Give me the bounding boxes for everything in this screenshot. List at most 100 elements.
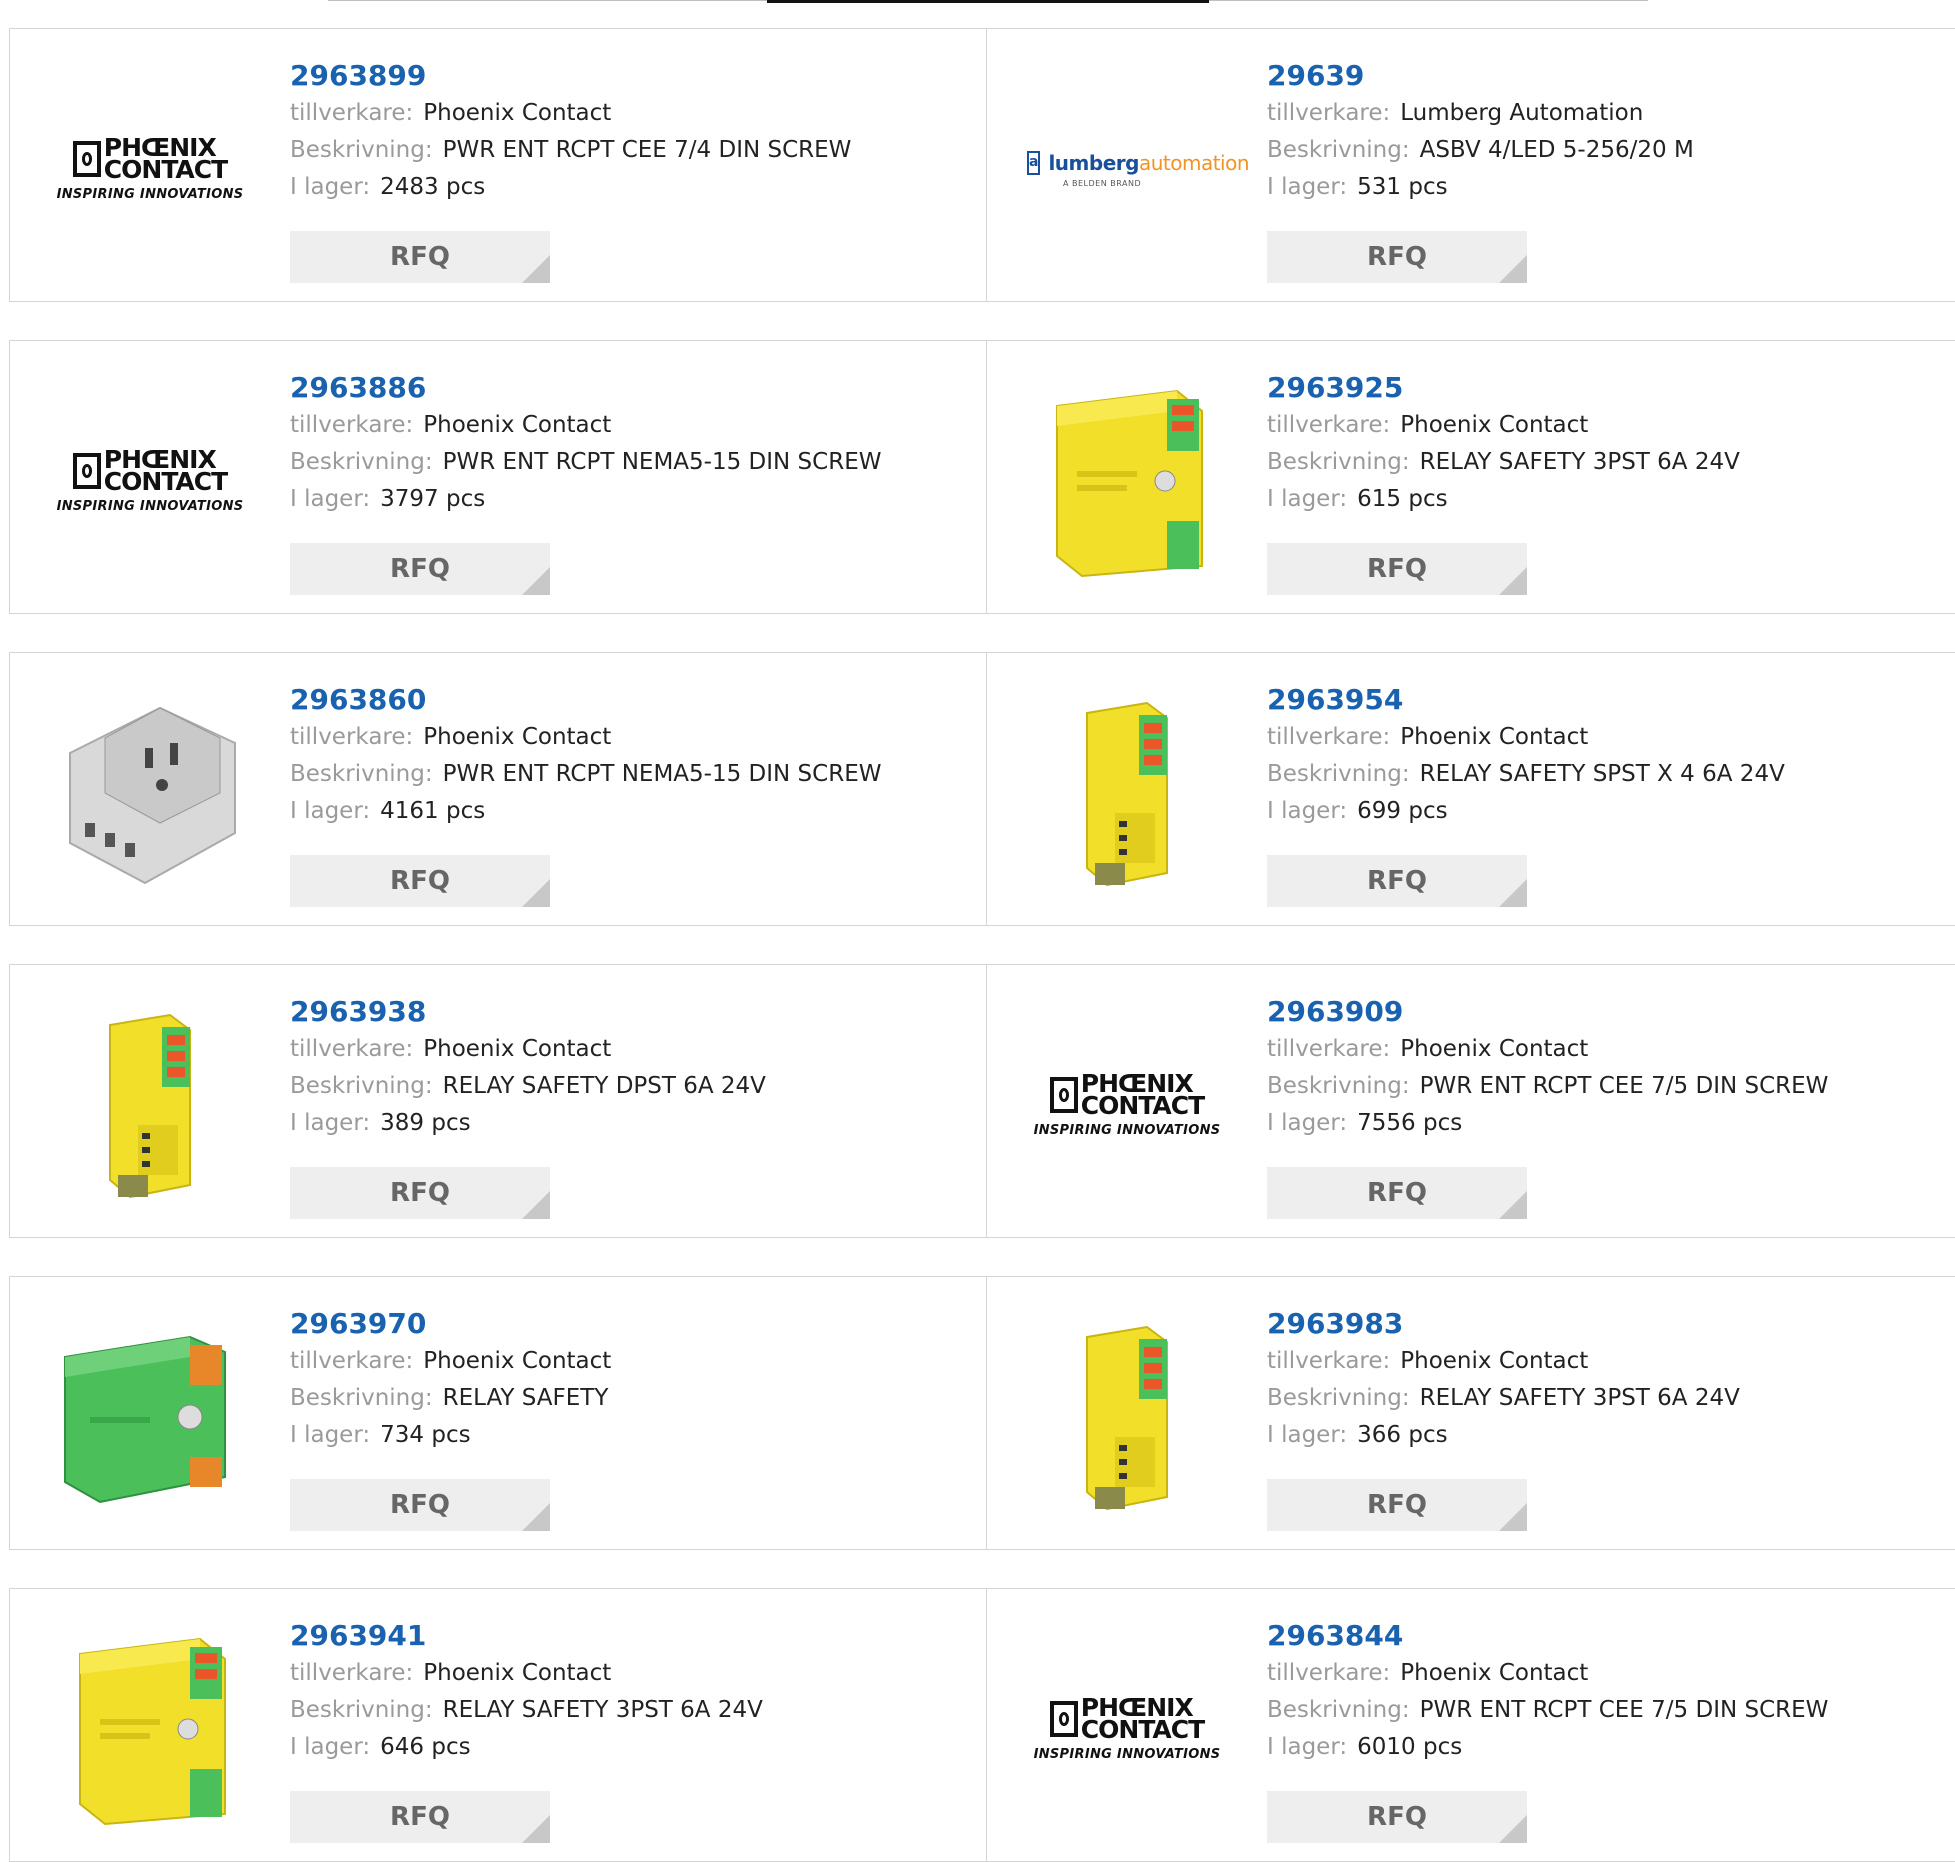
safety-relay-image [1086, 1325, 1168, 1511]
stock-line: I lager: 2483 pcs [290, 169, 977, 206]
product-card: a lumberg automation A BELDEN BRAND 29639… [986, 28, 1955, 302]
product-image[interactable]: PHŒNIX CONTACT INSPIRING INNOVATIONS [1027, 1005, 1227, 1205]
product-image[interactable] [50, 1005, 250, 1205]
manufacturer-line: tillverkare: Phoenix Contact [290, 407, 977, 444]
part-number-link[interactable]: 2963886 [290, 369, 977, 407]
stock-label: I lager: [1267, 486, 1348, 512]
stock-line: I lager: 734 pcs [290, 1417, 977, 1454]
rfq-button[interactable]: RFQ [290, 231, 550, 283]
rfq-label: RFQ [390, 1178, 450, 1208]
description-label: Beskrivning: [290, 1073, 433, 1099]
manufacturer-label: tillverkare: [1267, 1036, 1391, 1062]
manufacturer-value: Phoenix Contact [1400, 1660, 1589, 1686]
part-number-link[interactable]: 2963909 [1267, 993, 1955, 1031]
product-info: 2963938 tillverkare: Phoenix Contact Besk… [290, 993, 977, 1142]
manufacturer-value: Phoenix Contact [1400, 1036, 1589, 1062]
rfq-button[interactable]: RFQ [290, 1167, 550, 1219]
stock-line: I lager: 366 pcs [1267, 1417, 1955, 1454]
rfq-button[interactable]: RFQ [1267, 543, 1527, 595]
description-value: RELAY SAFETY 3PST 6A 24V [1419, 1385, 1740, 1411]
stock-value: 734 pcs [380, 1422, 471, 1448]
rfq-button[interactable]: RFQ [1267, 1791, 1527, 1843]
product-image[interactable] [1027, 381, 1227, 581]
part-number-link[interactable]: 2963925 [1267, 369, 1955, 407]
part-number-link[interactable]: 2963938 [290, 993, 977, 1031]
manufacturer-line: tillverkare: Phoenix Contact [290, 95, 977, 132]
rfq-button[interactable]: RFQ [290, 543, 550, 595]
manufacturer-line: tillverkare: Phoenix Contact [290, 1031, 977, 1068]
description-line: Beskrivning: RELAY SAFETY 3PST 6A 24V [1267, 444, 1955, 481]
product-image[interactable] [1027, 1317, 1227, 1517]
description-line: Beskrivning: RELAY SAFETY SPST X 4 6A 24V [1267, 756, 1955, 793]
safety-relay-image [109, 1013, 191, 1199]
description-line: Beskrivning: PWR ENT RCPT NEMA5-15 DIN SC… [290, 756, 977, 793]
part-number-link[interactable]: 2963954 [1267, 681, 1955, 719]
rfq-button[interactable]: RFQ [1267, 1479, 1527, 1531]
rfq-button[interactable]: RFQ [1267, 855, 1527, 907]
part-number-link[interactable]: 29639 [1267, 57, 1955, 95]
product-card: 2963938 tillverkare: Phoenix Contact Besk… [9, 964, 988, 1238]
product-info: 2963909 tillverkare: Phoenix Contact Besk… [1267, 993, 1955, 1142]
product-image[interactable]: a lumberg automation A BELDEN BRAND [1027, 69, 1250, 269]
rfq-button[interactable]: RFQ [290, 1791, 550, 1843]
corner-triangle-icon [522, 1815, 550, 1843]
rfq-button[interactable]: RFQ [1267, 1167, 1527, 1219]
stock-label: I lager: [290, 1734, 371, 1760]
part-number-link[interactable]: 2963860 [290, 681, 977, 719]
product-card: PHŒNIX CONTACT INSPIRING INNOVATIONS 296… [986, 1588, 1955, 1862]
manufacturer-line: tillverkare: Phoenix Contact [1267, 1343, 1955, 1380]
manufacturer-label: tillverkare: [290, 724, 414, 750]
product-card: PHŒNIX CONTACT INSPIRING INNOVATIONS 296… [9, 340, 988, 614]
stock-label: I lager: [1267, 1110, 1348, 1136]
product-image[interactable] [50, 1629, 250, 1829]
description-value: RELAY SAFETY DPST 6A 24V [442, 1073, 766, 1099]
manufacturer-line: tillverkare: Phoenix Contact [290, 1343, 977, 1380]
description-label: Beskrivning: [290, 1697, 433, 1723]
stock-value: 646 pcs [380, 1734, 471, 1760]
product-info: 2963899 tillverkare: Phoenix Contact Besk… [290, 57, 977, 206]
stock-value: 3797 pcs [380, 486, 486, 512]
manufacturer-label: tillverkare: [1267, 100, 1391, 126]
product-image[interactable]: PHŒNIX CONTACT INSPIRING INNOVATIONS [50, 69, 250, 269]
stock-value: 7556 pcs [1357, 1110, 1463, 1136]
product-card: 2963860 tillverkare: Phoenix Contact Besk… [9, 652, 988, 926]
rfq-button[interactable]: RFQ [1267, 231, 1527, 283]
part-number-link[interactable]: 2963983 [1267, 1305, 1955, 1343]
phoenix-contact-logo: PHŒNIX CONTACT INSPIRING INNOVATIONS [56, 444, 244, 514]
stock-line: I lager: 6010 pcs [1267, 1729, 1955, 1766]
stock-label: I lager: [1267, 174, 1348, 200]
stock-value: 531 pcs [1357, 174, 1448, 200]
manufacturer-line: tillverkare: Phoenix Contact [1267, 407, 1955, 444]
product-image[interactable]: PHŒNIX CONTACT INSPIRING INNOVATIONS [1027, 1629, 1227, 1829]
corner-triangle-icon [522, 879, 550, 907]
phoenix-mark-icon [1049, 1700, 1078, 1737]
description-line: Beskrivning: RELAY SAFETY DPST 6A 24V [290, 1068, 977, 1105]
description-line: Beskrivning: PWR ENT RCPT CEE 7/4 DIN SCR… [290, 132, 977, 169]
description-label: Beskrivning: [290, 761, 433, 787]
rfq-label: RFQ [1367, 1178, 1427, 1208]
part-number-link[interactable]: 2963941 [290, 1617, 977, 1655]
corner-triangle-icon [1499, 255, 1527, 283]
product-image[interactable] [50, 1317, 250, 1517]
description-value: PWR ENT RCPT NEMA5-15 DIN SCREW [442, 761, 882, 787]
product-image[interactable] [1027, 693, 1227, 893]
manufacturer-label: tillverkare: [290, 412, 414, 438]
description-label: Beskrivning: [1267, 449, 1410, 475]
part-number-link[interactable]: 2963899 [290, 57, 977, 95]
safety-relay-image [79, 1637, 226, 1826]
part-number-link[interactable]: 2963970 [290, 1305, 977, 1343]
corner-triangle-icon [522, 1503, 550, 1531]
description-value: RELAY SAFETY 3PST 6A 24V [1419, 449, 1740, 475]
rfq-button[interactable]: RFQ [290, 855, 550, 907]
manufacturer-value: Phoenix Contact [423, 1036, 612, 1062]
stock-line: I lager: 4161 pcs [290, 793, 977, 830]
product-row: 2963860 tillverkare: Phoenix Contact Besk… [9, 652, 1955, 926]
product-image[interactable]: PHŒNIX CONTACT INSPIRING INNOVATIONS [50, 381, 250, 581]
part-number-link[interactable]: 2963844 [1267, 1617, 1955, 1655]
product-image[interactable] [50, 693, 250, 893]
manufacturer-value: Phoenix Contact [1400, 412, 1589, 438]
description-label: Beskrivning: [1267, 137, 1410, 163]
manufacturer-label: tillverkare: [290, 100, 414, 126]
manufacturer-line: tillverkare: Lumberg Automation [1267, 95, 1955, 132]
rfq-button[interactable]: RFQ [290, 1479, 550, 1531]
